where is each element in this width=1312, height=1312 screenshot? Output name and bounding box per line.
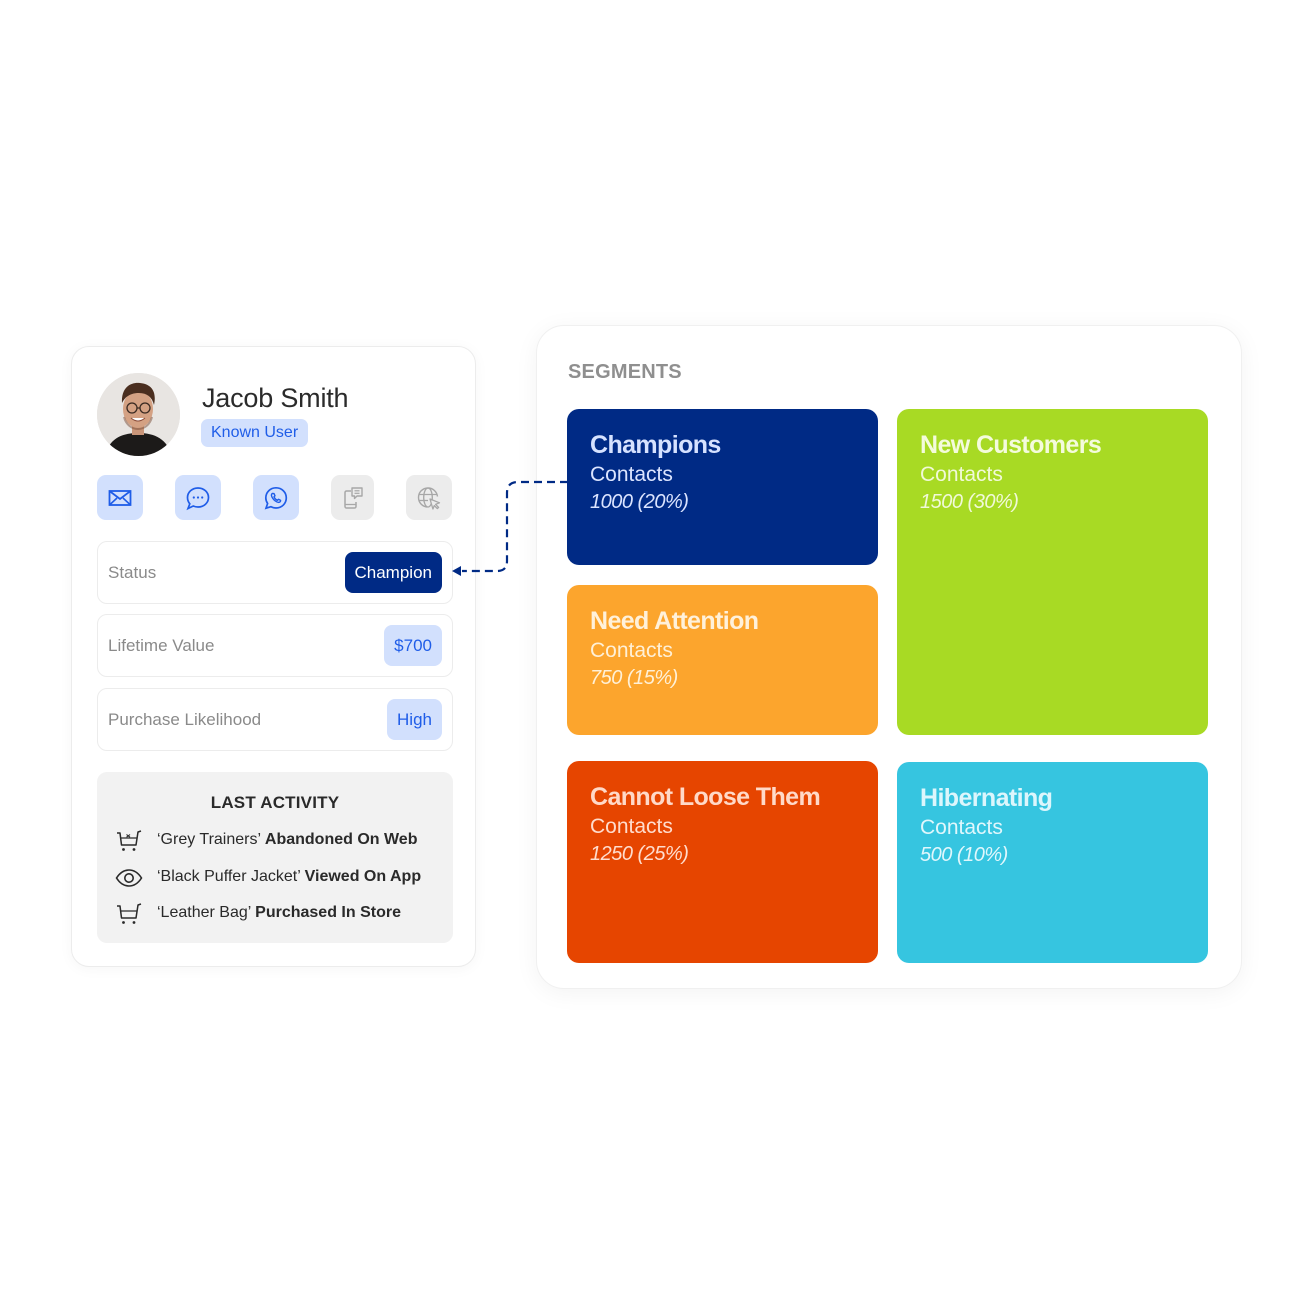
activity-text: ‘Black Puffer Jacket’ Viewed On App bbox=[157, 868, 422, 885]
segment-sub-label: Contacts bbox=[590, 463, 673, 486]
segment-sub-label: Contacts bbox=[590, 815, 673, 838]
cart-abandoned-icon bbox=[117, 830, 142, 851]
segment-name: Cannot Loose Them bbox=[590, 783, 821, 811]
segment-name: Need Attention bbox=[590, 607, 759, 635]
segments-panel: SEGMENTS Champions Contacts 1000 (20%) N… bbox=[536, 325, 1242, 989]
segment-sub-label: Contacts bbox=[920, 816, 1003, 839]
segment-connector-arrow bbox=[452, 480, 568, 576]
status-value-badge: Champion bbox=[344, 552, 442, 593]
last-activity-panel: LAST ACTIVITY ‘Grey Trainers’ Abandoned … bbox=[97, 772, 453, 943]
contact-name: Jacob Smith bbox=[202, 383, 349, 413]
status-row: Status Champion bbox=[97, 541, 453, 604]
user-type-badge: Known User bbox=[201, 419, 309, 447]
segment-name: Champions bbox=[590, 431, 721, 459]
eye-icon bbox=[115, 869, 143, 887]
segment-champions[interactable]: Champions Contacts 1000 (20%) bbox=[567, 409, 878, 565]
channel-icons bbox=[97, 475, 453, 520]
segment-name: Hibernating bbox=[920, 784, 1053, 812]
whatsapp-icon bbox=[264, 486, 288, 509]
activity-item: ‘Grey Trainers’ Abandoned On Web bbox=[115, 829, 445, 853]
segments-title: SEGMENTS bbox=[568, 361, 682, 383]
segment-count: 1500 (30%) bbox=[920, 491, 1019, 513]
segment-need-attention[interactable]: Need Attention Contacts 750 (15%) bbox=[567, 585, 878, 735]
segment-sub-label: Contacts bbox=[590, 639, 673, 662]
segment-count: 1250 (25%) bbox=[590, 843, 689, 865]
segment-hibernating[interactable]: Hibernating Contacts 500 (10%) bbox=[897, 762, 1208, 963]
purchase-likelihood-label: Purchase Likelihood bbox=[108, 710, 262, 729]
chat-icon bbox=[186, 486, 210, 510]
activity-item: ‘Leather Bag’ Purchased In Store bbox=[115, 902, 445, 926]
email-channel-button[interactable] bbox=[97, 475, 143, 520]
activity-text: ‘Leather Bag’ Purchased In Store bbox=[157, 904, 401, 921]
whatsapp-channel-button[interactable] bbox=[253, 475, 299, 520]
web-cursor-icon bbox=[417, 486, 441, 510]
sms-channel-button[interactable] bbox=[331, 475, 374, 520]
activity-item: ‘Black Puffer Jacket’ Viewed On App bbox=[115, 866, 445, 890]
segment-new-customers[interactable]: New Customers Contacts 1500 (30%) bbox=[897, 409, 1208, 735]
mobile-message-icon bbox=[343, 486, 363, 509]
lifetime-value-label: Lifetime Value bbox=[108, 636, 215, 655]
contact-profile-card: Jacob Smith Known User Status Champion L… bbox=[71, 346, 476, 967]
segment-cannot-loose-them[interactable]: Cannot Loose Them Contacts 1250 (25%) bbox=[567, 761, 878, 963]
purchase-likelihood-row: Purchase Likelihood High bbox=[97, 688, 453, 751]
lifetime-value-badge: $700 bbox=[384, 625, 442, 666]
segment-count: 750 (15%) bbox=[590, 667, 678, 689]
email-icon bbox=[108, 489, 132, 506]
last-activity-title: LAST ACTIVITY bbox=[210, 793, 340, 812]
segment-count: 500 (10%) bbox=[920, 844, 1008, 866]
chat-channel-button[interactable] bbox=[175, 475, 221, 520]
arrowhead-icon bbox=[452, 566, 461, 576]
status-label: Status bbox=[108, 563, 157, 582]
segment-count: 1000 (20%) bbox=[590, 491, 689, 513]
activity-text: ‘Grey Trainers’ Abandoned On Web bbox=[157, 831, 418, 848]
web-channel-button[interactable] bbox=[406, 475, 452, 520]
avatar bbox=[97, 373, 180, 456]
segment-name: New Customers bbox=[920, 431, 1102, 459]
lifetime-value-row: Lifetime Value $700 bbox=[97, 614, 453, 677]
segment-sub-label: Contacts bbox=[920, 463, 1003, 486]
purchase-likelihood-badge: High bbox=[387, 699, 442, 740]
profile-photo bbox=[97, 373, 180, 456]
cart-icon bbox=[117, 903, 142, 924]
